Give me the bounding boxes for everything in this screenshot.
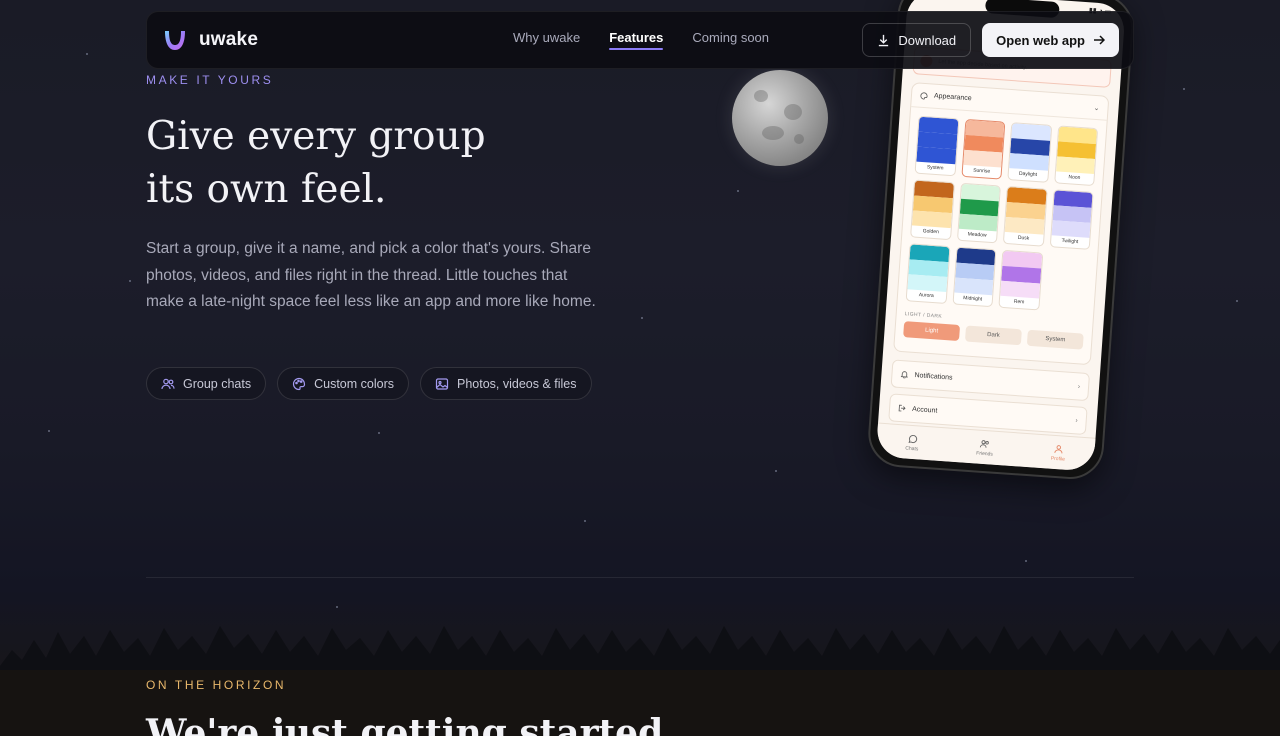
theme-swatch-meadow[interactable]: Meadow	[956, 182, 1001, 244]
tab-friends[interactable]: Friends	[976, 438, 994, 457]
users-icon	[980, 439, 990, 448]
swatch-label: Daylight	[1018, 170, 1038, 179]
users-icon	[161, 378, 175, 389]
image-icon	[435, 377, 449, 390]
swatch-label: Twilight	[1061, 237, 1079, 246]
swatch-color-bands	[958, 183, 1000, 232]
nav-link-coming-soon[interactable]: Coming soon	[692, 30, 769, 50]
swatch-label: Noon	[1068, 174, 1081, 182]
nav-actions: Download Open web app	[862, 23, 1119, 57]
hero-headline-line-2: its own feel.	[146, 167, 387, 212]
palette-icon	[920, 91, 928, 99]
hero-headline-line-1: Give every group	[146, 114, 486, 159]
theme-swatch-midnight[interactable]: Midnight	[951, 246, 997, 308]
swatch-color-bands	[911, 180, 954, 229]
download-button[interactable]: Download	[862, 23, 972, 57]
theme-swatch-noon[interactable]: Noon	[1053, 125, 1099, 187]
nav-link-why-uwake[interactable]: Why uwake	[513, 30, 580, 50]
chevron-right-icon: ›	[1075, 416, 1078, 424]
mode-system[interactable]: System	[1026, 329, 1084, 350]
chevron-right-icon: ›	[1077, 382, 1081, 391]
theme-swatch-golden[interactable]: Golden	[910, 179, 955, 241]
swatch-label: Golden	[922, 228, 940, 236]
swatch-label: System	[926, 164, 944, 172]
horizon-eyebrow: ON THE HORIZON	[146, 678, 287, 692]
theme-swatch-aurora[interactable]: Aurora	[905, 243, 951, 304]
swatch-label: Meadow	[967, 231, 987, 239]
swatch-label: Aurora	[918, 292, 934, 300]
nav-link-features[interactable]: Features	[609, 30, 664, 50]
theme-swatch-sunrise[interactable]: Sunrise	[960, 118, 1006, 180]
swatch-color-bands	[1000, 250, 1042, 299]
swatch-color-bands	[962, 119, 1005, 168]
horizon-title: We're just getting started	[146, 712, 664, 736]
hero-description: Start a group, give it a name, and pick …	[146, 240, 596, 310]
swatch-color-bands	[1051, 190, 1093, 238]
chevron-down-icon: ⌄	[1093, 104, 1100, 112]
swatch-color-bands	[916, 116, 958, 165]
chip-label: Photos, videos & files	[456, 376, 577, 391]
chat-bubble-icon	[908, 434, 917, 443]
appearance-panel: Appearance ⌄ System Sunrise Daylight Noon Go…	[893, 82, 1110, 366]
open-web-app-label: Open web app	[996, 32, 1085, 48]
section-divider	[146, 577, 1134, 578]
chip-photos-videos-files: Photos, videos & files	[419, 367, 592, 400]
arrow-right-icon	[1094, 35, 1105, 45]
swatch-label: Dusk	[1017, 234, 1030, 242]
nav-links: Why uwake Features Coming soon	[513, 30, 769, 50]
mode-dark[interactable]: Dark	[964, 325, 1022, 346]
swatch-color-bands	[953, 247, 996, 296]
theme-swatch-twilight[interactable]: Twilight	[1049, 189, 1094, 250]
logout-icon	[898, 404, 906, 412]
brand-name: uwake	[199, 29, 259, 50]
tab-label: Friends	[976, 449, 994, 458]
download-icon	[879, 34, 889, 46]
phone-screen: ▮▮ ◔ ▭ Let the app decide based on activ…	[875, 0, 1126, 472]
hero-eyebrow: MAKE IT YOURS	[146, 73, 274, 87]
account-label: Account	[911, 405, 938, 415]
swatch-color-bands	[1055, 126, 1098, 175]
top-navbar: uwake Why uwake Features Coming soon Dow…	[146, 11, 1134, 69]
phone-mockup: ▮▮ ◔ ▭ Let the app decide based on activ…	[866, 0, 1136, 482]
chip-custom-colors: Custom colors	[277, 367, 409, 400]
brand[interactable]: uwake	[161, 26, 258, 54]
swatch-label: Rem	[1013, 298, 1025, 306]
swatch-color-bands	[1004, 187, 1047, 235]
chip-label: Group chats	[183, 376, 252, 391]
chip-label: Custom colors	[314, 376, 394, 391]
appearance-title: Appearance	[933, 92, 972, 103]
theme-swatch-system[interactable]: System	[914, 115, 959, 177]
palette-icon	[293, 377, 306, 390]
moon-illustration	[732, 70, 828, 166]
tab-chats[interactable]: Chats	[905, 433, 919, 452]
tab-label: Profile	[1050, 455, 1066, 463]
open-web-app-button[interactable]: Open web app	[982, 23, 1119, 57]
bell-icon	[900, 371, 908, 379]
theme-swatch-daylight[interactable]: Daylight	[1007, 122, 1052, 183]
theme-swatch-dusk[interactable]: Dusk	[1002, 185, 1048, 247]
hero-headline: Give every group its own feel.	[146, 110, 486, 216]
swatch-color-bands	[1009, 123, 1051, 171]
uwake-logo-icon	[165, 31, 185, 50]
theme-swatch-rem[interactable]: Rem	[998, 249, 1043, 311]
swatch-label: Sunrise	[972, 167, 991, 175]
theme-swatches: System Sunrise Daylight Noon Golden Meadow Dus…	[897, 107, 1107, 322]
chip-group-chats: Group chats	[146, 367, 267, 400]
tab-label: Chats	[905, 445, 919, 452]
swatch-color-bands	[907, 244, 949, 292]
tab-profile[interactable]: Profile	[1051, 443, 1066, 462]
swatch-label: Midnight	[963, 295, 983, 303]
notifications-label: Notifications	[914, 371, 953, 382]
mode-light[interactable]: Light	[903, 321, 961, 341]
download-label: Download	[898, 32, 957, 48]
user-icon	[1054, 444, 1063, 453]
feature-chips: Group chats Custom colors Photos, videos…	[146, 367, 592, 400]
